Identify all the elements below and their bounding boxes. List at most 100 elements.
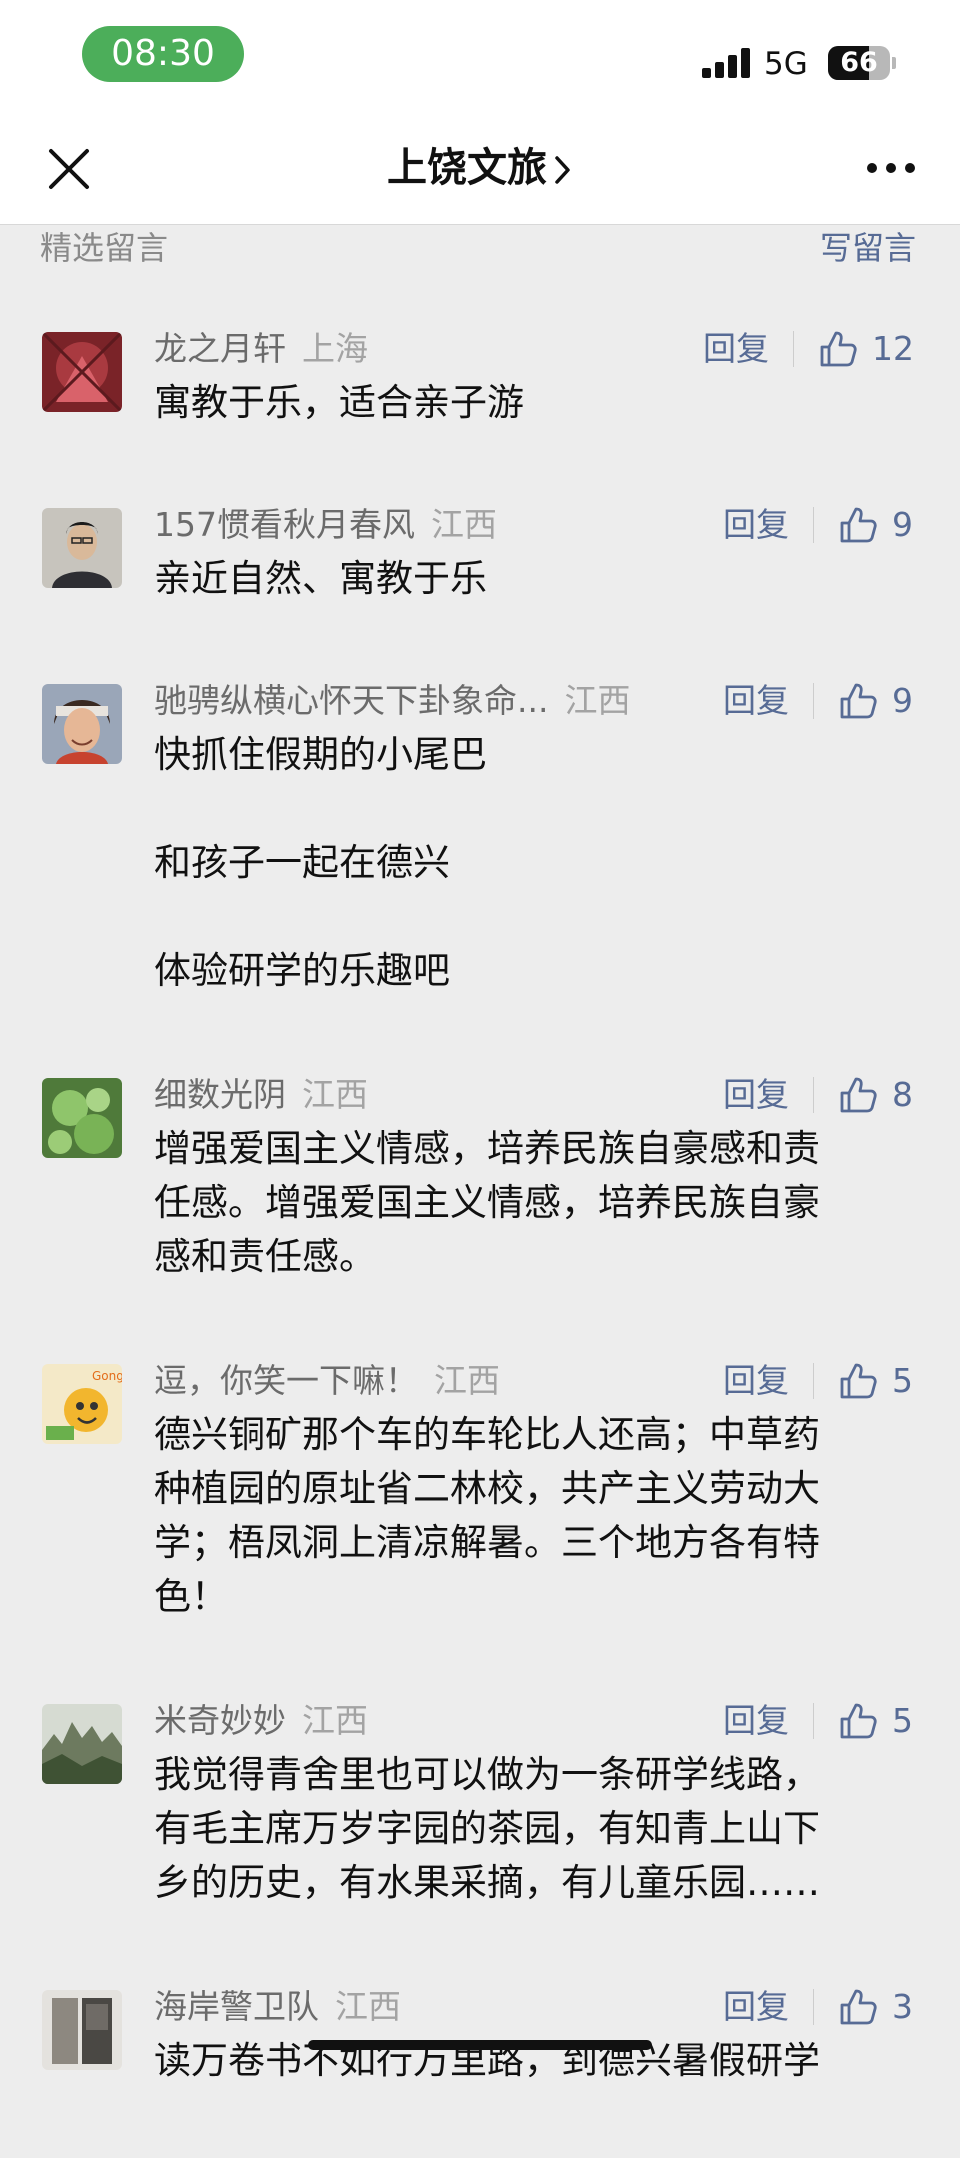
avatar[interactable] [42,332,122,412]
battery-percent: 66 [840,47,878,78]
comment-actions: 回复 5 [723,1698,914,1744]
thumbs-up-icon[interactable] [838,1987,878,2027]
nickname[interactable]: 逗，你笑一下嘛！ [154,1361,418,1400]
comment-actions: 回复 9 [723,678,914,724]
account-title[interactable]: 上饶文旅 [0,112,960,224]
comments-header: 精选留言 写留言 [0,226,960,296]
divider [813,1989,814,2025]
comment-line: 快抓住假期的小尾巴 [154,733,487,776]
region: 江西 [335,1987,401,2026]
reply-button[interactable]: 回复 [723,1984,789,2030]
nickname[interactable]: 龙之月轩 [154,329,286,368]
thumbs-up-icon[interactable] [838,505,878,545]
comment-text: 德兴铜矿那个车的车轮比人还高；中草药 种植园的原址省二林校，共产主义劳动大 学；… [154,1408,914,1624]
comment-item: 驰骋纵横心怀天下卦象命... 江西 回复 9 快抓住假期的小尾巴 和孩子一起在德兴… [0,652,960,1046]
reply-button[interactable]: 回复 [723,1072,789,1118]
battery-cap [892,57,896,69]
thumbs-up-icon[interactable] [838,1361,878,1401]
nickname[interactable]: 细数光阴 [154,1075,286,1114]
comment-text: 快抓住假期的小尾巴 和孩子一起在德兴 体验研学的乐趣吧 [154,728,914,998]
status-bar: 08:30 5G 66 [0,0,960,112]
comment-meta: 157惯看秋月春风 江西 [154,502,497,548]
comment-line: 亲近自然、寓教于乐 [154,557,487,600]
comment-actions: 回复 9 [723,502,914,548]
nav-bar: 上饶文旅 [0,112,960,225]
more-icon[interactable] [866,160,916,176]
like-count: 5 [892,1361,913,1400]
comment-text: 增强爱国主义情感，培养民族自豪感和责 任感。增强爱国主义情感，培养民族自豪 感和… [154,1122,914,1284]
like-count: 12 [872,329,914,368]
comment-line: 增强爱国主义情感，培养民族自豪感和责 [154,1127,820,1170]
reply-button[interactable]: 回复 [703,326,769,372]
comment-item: 157惯看秋月春风 江西 回复 9 亲近自然、寓教于乐 [0,476,960,652]
avatar[interactable] [42,1078,122,1158]
thumbs-up-icon[interactable] [838,1075,878,1115]
divider [813,507,814,543]
signal-icon [702,48,752,78]
account-name: 上饶文旅 [387,145,547,191]
comment-line: 有毛主席万岁字园的茶园，有知青上山下 [154,1807,820,1850]
home-indicator[interactable] [308,2040,652,2050]
divider [813,1363,814,1399]
nickname[interactable]: 157惯看秋月春风 [154,505,415,544]
avatar[interactable] [42,684,122,764]
reply-button[interactable]: 回复 [723,1358,789,1404]
nickname[interactable]: 驰骋纵横心怀天下卦象命... [154,681,548,720]
comment-item: 细数光阴 江西 回复 8 增强爱国主义情感，培养民族自豪感和责 任感。增强爱国主义… [0,1046,960,1332]
svg-text:Gong: Gong [92,1369,122,1383]
comment-line: 体验研学的乐趣吧 [154,949,450,992]
avatar[interactable] [42,508,122,588]
comment-meta: 米奇妙妙 江西 [154,1698,368,1744]
region: 江西 [434,1361,500,1400]
network-label: 5G [764,46,808,82]
thumbs-up-icon[interactable] [838,681,878,721]
comment-text: 寓教于乐，适合亲子游 [154,376,914,430]
comment-line: 种植园的原址省二林校，共产主义劳动大 [154,1467,820,1510]
battery-icon: 66 [828,46,890,80]
region: 江西 [564,681,631,720]
time-indicator[interactable]: 08:30 [82,26,244,82]
like-count: 8 [892,1075,913,1114]
thumbs-up-icon[interactable] [838,1701,878,1741]
avatar[interactable]: Gong [42,1364,122,1444]
comment-line: 寓教于乐，适合亲子游 [154,381,524,424]
comment-line: 乡的历史，有水果采摘，有儿童乐园…… [154,1861,820,1904]
divider [793,331,794,367]
region: 江西 [302,1701,368,1740]
reply-button[interactable]: 回复 [723,1698,789,1744]
comment-line: 任感。增强爱国主义情感，培养民族自豪 [154,1181,820,1224]
comment-line: 学；梧凤洞上清凉解暑。三个地方各有特 [154,1521,820,1564]
comment-actions: 回复 5 [723,1358,914,1404]
comment-list: 龙之月轩 上海 回复 12 寓教于乐，适合亲子游 157惯看秋月春风 江西 回复 9… [0,300,960,2158]
comment-item: 米奇妙妙 江西 回复 5 我觉得青舍里也可以做为一条研学线路， 有毛主席万岁字园的… [0,1672,960,1958]
reply-button[interactable]: 回复 [723,502,789,548]
divider [813,1703,814,1739]
comment-item: 龙之月轩 上海 回复 12 寓教于乐，适合亲子游 [0,300,960,476]
comment-meta: 龙之月轩 上海 [154,326,368,372]
featured-comments-title: 精选留言 [40,229,169,267]
comment-meta: 细数光阴 江西 [154,1072,368,1118]
comment-meta: 海岸警卫队 江西 [154,1984,401,2030]
region: 上海 [302,329,368,368]
region: 江西 [431,505,497,544]
comment-line: 和孩子一起在德兴 [154,841,450,884]
divider [813,1077,814,1113]
nickname[interactable]: 海岸警卫队 [154,1987,319,2026]
region: 江西 [302,1075,368,1114]
comment-line: 感和责任感。 [154,1235,376,1278]
comment-line: 色！ [154,1575,228,1618]
avatar[interactable] [42,1704,122,1784]
nickname[interactable]: 米奇妙妙 [154,1701,286,1740]
like-count: 5 [892,1701,913,1740]
reply-button[interactable]: 回复 [723,678,789,724]
comment-meta: 驰骋纵横心怀天下卦象命... 江西 [154,678,630,724]
chevron-right-icon [555,156,570,184]
comment-item: 海岸警卫队 江西 回复 3 读万卷书不如行万里路，到德兴暑假研学 [0,1958,960,2158]
thumbs-up-icon[interactable] [818,329,858,369]
comment-actions: 回复 8 [723,1072,914,1118]
avatar[interactable] [42,1990,122,2070]
comment-item: Gong 逗，你笑一下嘛！ 江西 回复 5 德兴铜矿那个车的车轮比人还高；中草药 … [0,1332,960,1672]
write-comment-link[interactable]: 写留言 [820,226,916,270]
